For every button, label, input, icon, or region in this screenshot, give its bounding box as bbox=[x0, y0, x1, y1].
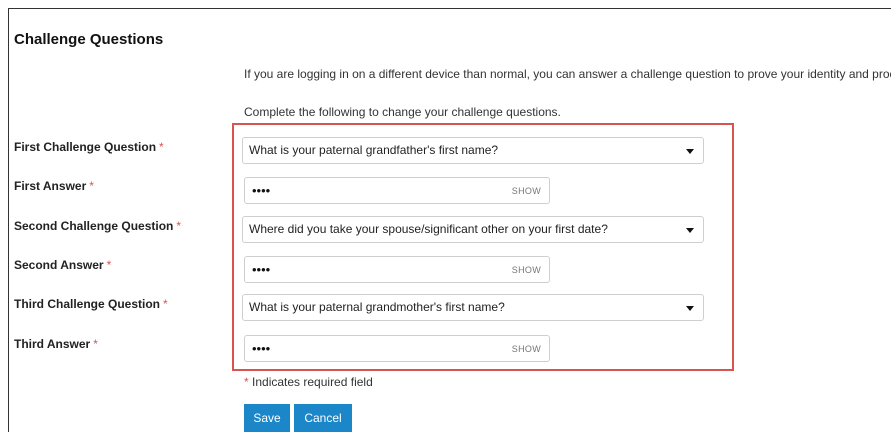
required-asterisk: * bbox=[159, 140, 164, 154]
dropdown-arrow-icon bbox=[686, 306, 694, 311]
required-field-note: * Indicates required field bbox=[244, 375, 373, 389]
required-asterisk: * bbox=[244, 375, 249, 389]
first-question-select[interactable]: What is your paternal grandfather's firs… bbox=[242, 137, 704, 164]
required-asterisk: * bbox=[106, 258, 112, 272]
cancel-button[interactable]: Cancel bbox=[294, 404, 352, 432]
third-question-label-text: Third Challenge Question bbox=[14, 297, 161, 311]
first-question-label-text: First Challenge Question bbox=[14, 140, 157, 154]
third-question-select[interactable]: What is your paternal grandmother's firs… bbox=[242, 294, 704, 321]
first-question-label: First Challenge Question * bbox=[14, 140, 164, 154]
required-asterisk: * bbox=[89, 179, 94, 193]
required-asterisk: * bbox=[163, 297, 168, 311]
second-question-label: Second Challenge Question * bbox=[14, 219, 181, 233]
first-answer-masked-value: •••• bbox=[252, 183, 271, 198]
third-question-value: What is your paternal grandmother's firs… bbox=[249, 300, 505, 314]
third-answer-label: Third Answer * bbox=[14, 337, 98, 351]
second-answer-label: Second Answer * bbox=[14, 258, 111, 272]
third-answer-masked-value: •••• bbox=[252, 341, 271, 356]
required-asterisk: * bbox=[93, 337, 98, 351]
first-answer-label: First Answer * bbox=[14, 179, 94, 193]
second-question-value: Where did you take your spouse/significa… bbox=[249, 222, 608, 236]
third-answer-field[interactable]: •••• SHOW bbox=[244, 335, 550, 362]
second-question-select[interactable]: Where did you take your spouse/significa… bbox=[242, 216, 704, 243]
required-note-text: Indicates required field bbox=[252, 375, 373, 389]
first-answer-show-toggle[interactable]: SHOW bbox=[512, 186, 541, 196]
first-answer-label-text: First Answer bbox=[14, 179, 87, 193]
third-answer-show-toggle[interactable]: SHOW bbox=[512, 344, 541, 354]
first-answer-field[interactable]: •••• SHOW bbox=[244, 177, 550, 204]
page-title: Challenge Questions bbox=[14, 31, 164, 48]
first-question-value: What is your paternal grandfather's firs… bbox=[249, 143, 499, 157]
dropdown-arrow-icon bbox=[686, 228, 694, 233]
save-button[interactable]: Save bbox=[244, 404, 290, 432]
second-question-label-text: Second Challenge Question bbox=[14, 219, 174, 233]
dropdown-arrow-icon bbox=[686, 149, 694, 154]
required-asterisk: * bbox=[176, 219, 182, 233]
second-answer-masked-value: •••• bbox=[252, 262, 271, 277]
instructions-text: Complete the following to change your ch… bbox=[244, 105, 561, 119]
second-answer-show-toggle[interactable]: SHOW bbox=[512, 265, 541, 275]
intro-text: If you are logging in on a different dev… bbox=[244, 67, 891, 81]
second-answer-field[interactable]: •••• SHOW bbox=[244, 256, 550, 283]
third-question-label: Third Challenge Question * bbox=[14, 297, 168, 311]
second-answer-label-text: Second Answer bbox=[14, 258, 104, 272]
third-answer-label-text: Third Answer bbox=[14, 337, 91, 351]
